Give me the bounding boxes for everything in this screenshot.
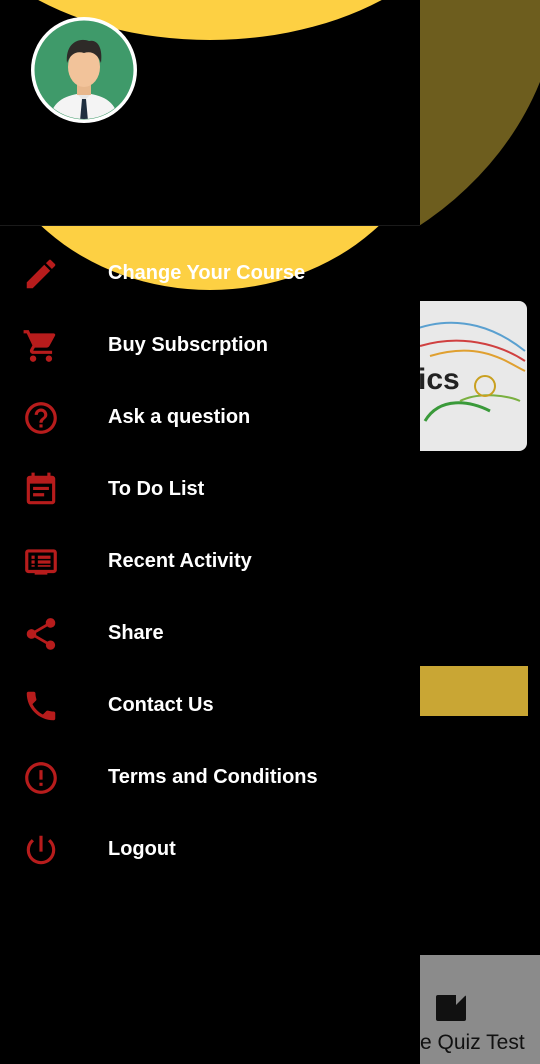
menu-item-contact-us[interactable]: Contact Us (0, 670, 420, 742)
drawer-menu: Change Your Course Buy Subscrption Ask a… (0, 238, 420, 886)
phone-icon (22, 687, 60, 725)
menu-item-todo-list[interactable]: To Do List (0, 454, 420, 526)
cart-icon (22, 327, 60, 365)
power-icon (22, 831, 60, 869)
course-card-title: ics (418, 363, 460, 396)
navigation-drawer: Change Your Course Buy Subscrption Ask a… (0, 0, 420, 1064)
menu-label: Logout (108, 838, 176, 860)
menu-item-ask-question[interactable]: Ask a question (0, 382, 420, 454)
menu-label: Buy Subscrption (108, 334, 269, 356)
menu-item-recent-activity[interactable]: Recent Activity (0, 526, 420, 598)
menu-item-terms[interactable]: Terms and Conditions (0, 742, 420, 814)
share-icon (22, 615, 60, 653)
menu-label: Ask a question (108, 406, 251, 428)
list-icon (22, 543, 60, 581)
menu-item-buy-subscription[interactable]: Buy Subscrption (0, 310, 420, 382)
bottom-nav-item[interactable]: e Quiz Test (400, 955, 540, 1064)
menu-item-logout[interactable]: Logout (0, 814, 420, 886)
calendar-icon (22, 471, 60, 509)
menu-item-share[interactable]: Share (0, 598, 420, 670)
menu-label: Contact Us (108, 694, 214, 716)
alert-circle-icon (22, 759, 60, 797)
menu-label: Recent Activity (108, 550, 252, 572)
menu-label: Terms and Conditions (108, 766, 318, 788)
user-avatar-icon (31, 17, 137, 123)
menu-label: Change Your Course (108, 262, 306, 284)
drawer-divider (0, 225, 420, 226)
menu-label: To Do List (108, 478, 205, 500)
bottom-nav-label: e Quiz Test (420, 1031, 525, 1054)
menu-item-change-course[interactable]: Change Your Course (0, 238, 420, 310)
user-avatar[interactable] (31, 17, 137, 123)
help-circle-icon (22, 399, 60, 437)
pencil-icon (22, 255, 60, 293)
note-icon (436, 995, 466, 1021)
menu-label: Share (108, 622, 164, 644)
